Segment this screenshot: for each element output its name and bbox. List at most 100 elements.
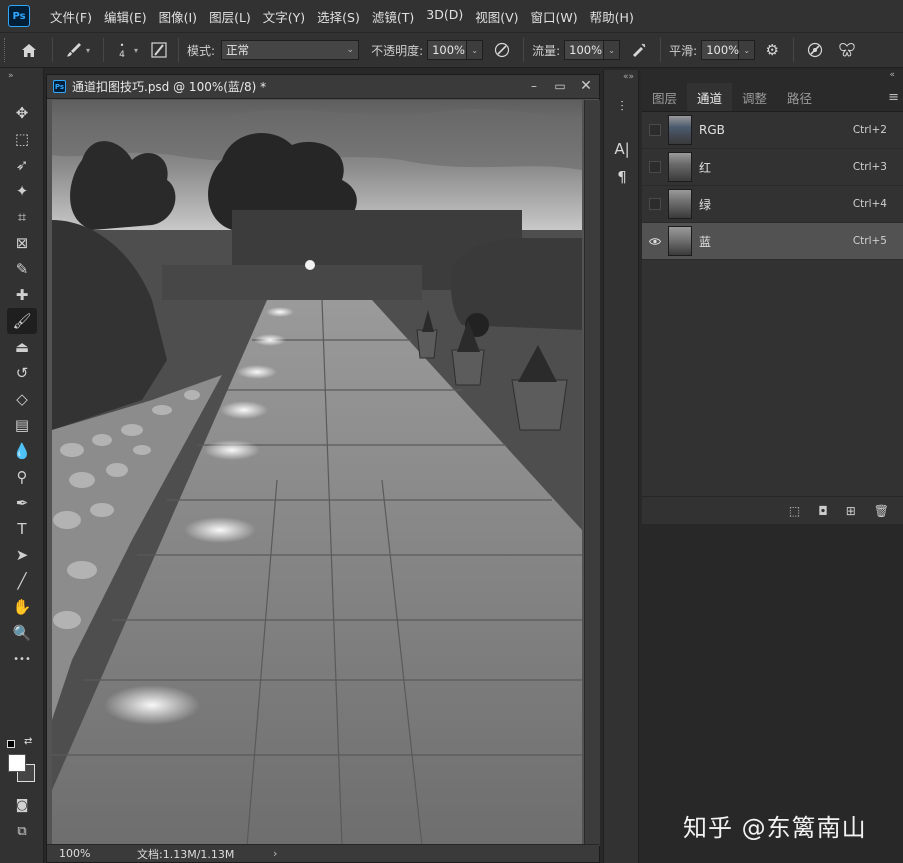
smoothing-field[interactable]: 100% bbox=[701, 40, 740, 60]
menu-item[interactable]: 选择(S) bbox=[311, 7, 366, 26]
character-panel-icon[interactable]: A| bbox=[609, 136, 635, 162]
channel-row[interactable]: 蓝 Ctrl+5 bbox=[642, 223, 903, 260]
menu-item[interactable]: 图像(I) bbox=[153, 7, 203, 26]
magic-wand-tool-icon[interactable]: ✦ bbox=[7, 178, 37, 204]
visibility-toggle[interactable] bbox=[649, 124, 661, 136]
tab-1[interactable]: 通道 bbox=[687, 83, 733, 111]
document-tab[interactable]: Ps 通道扣图技巧.psd @ 100%(蓝/8) * – ▭ ✕ bbox=[47, 75, 599, 99]
menu-item[interactable]: 图层(L) bbox=[203, 7, 257, 26]
menu-item[interactable]: 文字(Y) bbox=[257, 7, 311, 26]
tab-3[interactable]: 路径 bbox=[777, 83, 822, 111]
more-tools-icon[interactable]: ••• bbox=[7, 646, 37, 672]
gear-icon[interactable]: ⚙ bbox=[759, 41, 785, 59]
frame-tool-icon[interactable]: ⊠ bbox=[7, 230, 37, 256]
channel-shortcut: Ctrl+3 bbox=[852, 161, 887, 173]
home-icon[interactable] bbox=[14, 43, 44, 58]
collapsed-panel-dock: «» ⫶ A| ¶ bbox=[603, 70, 639, 863]
maximize-icon[interactable]: ▭ bbox=[547, 75, 573, 97]
crop-tool-icon[interactable]: ⌗ bbox=[7, 204, 37, 230]
flow-value: 100% bbox=[569, 43, 603, 57]
document-info: 文档:1.13M/1.13M bbox=[137, 847, 235, 861]
airbrush-icon[interactable] bbox=[626, 42, 652, 58]
healing-brush-tool-icon[interactable]: ✚ bbox=[7, 282, 37, 308]
separator bbox=[793, 38, 795, 62]
history-brush-tool-icon[interactable]: ↺ bbox=[7, 360, 37, 386]
collapse-panel-icon[interactable]: » bbox=[8, 71, 14, 81]
brush-tool-icon[interactable]: 🖌 bbox=[7, 308, 37, 334]
minimize-icon[interactable]: – bbox=[521, 75, 547, 97]
channel-row[interactable]: 红 Ctrl+3 bbox=[642, 149, 903, 186]
vertical-scrollbar[interactable] bbox=[584, 100, 600, 846]
brush-preset-icon[interactable]: ▾ bbox=[61, 42, 95, 58]
flow-dropdown[interactable]: ⌄ bbox=[604, 40, 621, 60]
dodge-tool-icon[interactable]: ⚲ bbox=[7, 464, 37, 490]
tab-2[interactable]: 调整 bbox=[732, 83, 777, 111]
separator bbox=[52, 38, 53, 62]
channel-thumbnail bbox=[668, 115, 692, 145]
collapse-panel-icon[interactable]: « bbox=[889, 70, 895, 80]
smoothing-dropdown[interactable]: ⌄ bbox=[739, 40, 756, 60]
save-selection-icon[interactable]: ◘ bbox=[818, 504, 828, 518]
panel-header: « bbox=[642, 70, 903, 84]
move-tool-icon[interactable]: ✥ bbox=[7, 100, 37, 126]
visibility-toggle[interactable] bbox=[649, 161, 661, 173]
menu-item[interactable]: 帮助(H) bbox=[584, 7, 640, 26]
default-colors-icon[interactable] bbox=[7, 740, 15, 748]
smoothing-value: 100% bbox=[706, 43, 740, 57]
new-channel-icon[interactable]: ⊞ bbox=[846, 504, 856, 518]
zoom-tool-icon[interactable]: 🔍 bbox=[7, 620, 37, 646]
load-selection-icon[interactable]: ⬚ bbox=[789, 504, 800, 518]
quick-mask-icon[interactable]: ◙ bbox=[7, 792, 37, 818]
separator bbox=[178, 38, 180, 62]
chevron-down-icon[interactable]: ▾ bbox=[134, 46, 138, 55]
mode-select[interactable]: 正常 ⌄ bbox=[221, 40, 360, 60]
blur-tool-icon[interactable]: 💧 bbox=[7, 438, 37, 464]
lasso-tool-icon[interactable]: ➶ bbox=[7, 152, 37, 178]
opacity-dropdown[interactable]: ⌄ bbox=[467, 40, 484, 60]
gradient-tool-icon[interactable]: ▤ bbox=[7, 412, 37, 438]
zoom-level[interactable]: 100% bbox=[47, 847, 117, 860]
type-tool-icon[interactable]: T bbox=[7, 516, 37, 542]
paragraph-panel-icon[interactable]: ¶ bbox=[609, 164, 635, 190]
symmetry-butterfly-icon[interactable] bbox=[832, 42, 862, 58]
screen-mode-icon[interactable]: ⧉ bbox=[7, 818, 37, 844]
menu-item[interactable]: 窗口(W) bbox=[525, 7, 584, 26]
pen-tool-icon[interactable]: ✒ bbox=[7, 490, 37, 516]
brush-settings-panel-icon[interactable] bbox=[148, 42, 170, 58]
pressure-opacity-icon[interactable] bbox=[489, 42, 515, 58]
flow-field[interactable]: 100% bbox=[564, 40, 605, 60]
eye-icon[interactable] bbox=[649, 235, 661, 247]
channel-thumbnail bbox=[668, 189, 692, 219]
marquee-tool-icon[interactable]: ⬚ bbox=[7, 126, 37, 152]
menu-item[interactable]: 滤镜(T) bbox=[366, 7, 420, 26]
brush-size-picker[interactable]: • 4 bbox=[112, 41, 132, 60]
expand-panels-icon[interactable]: «» bbox=[623, 72, 634, 82]
document-title: 通道扣图技巧.psd @ 100%(蓝/8) * bbox=[72, 80, 267, 94]
status-menu-arrow-icon[interactable]: › bbox=[273, 847, 277, 860]
visibility-toggle[interactable] bbox=[649, 198, 661, 210]
menu-item[interactable]: 编辑(E) bbox=[98, 7, 153, 26]
menu-item[interactable]: 3D(D) bbox=[420, 7, 469, 26]
panel-menu-icon[interactable]: ≡ bbox=[888, 90, 899, 105]
path-selection-tool-icon[interactable]: ➤ bbox=[7, 542, 37, 568]
properties-panel-icon[interactable]: ⫶ bbox=[609, 94, 635, 120]
close-icon[interactable]: ✕ bbox=[573, 75, 599, 97]
eraser-tool-icon[interactable]: ◇ bbox=[7, 386, 37, 412]
foreground-color-swatch[interactable] bbox=[8, 754, 26, 772]
delete-channel-icon[interactable]: 🗑 bbox=[874, 504, 889, 518]
image-canvas[interactable] bbox=[52, 100, 582, 846]
menu-item[interactable]: 文件(F) bbox=[44, 7, 98, 26]
channel-row[interactable]: 绿 Ctrl+4 bbox=[642, 186, 903, 223]
swap-colors-icon[interactable]: ⇄ bbox=[24, 736, 32, 747]
line-tool-icon[interactable]: ╱ bbox=[7, 568, 37, 594]
hand-tool-icon[interactable]: ✋ bbox=[7, 594, 37, 620]
options-grip[interactable] bbox=[4, 38, 8, 62]
tab-0[interactable]: 图层 bbox=[642, 83, 687, 111]
eyedropper-tool-icon[interactable]: ✎ bbox=[7, 256, 37, 282]
smoothing-label: 平滑: bbox=[669, 43, 698, 58]
channel-row[interactable]: RGB Ctrl+2 bbox=[642, 112, 903, 149]
pressure-size-icon[interactable] bbox=[802, 42, 828, 58]
menu-item[interactable]: 视图(V) bbox=[469, 7, 524, 26]
opacity-field[interactable]: 100% bbox=[427, 40, 468, 60]
clone-stamp-tool-icon[interactable]: ⏏ bbox=[7, 334, 37, 360]
